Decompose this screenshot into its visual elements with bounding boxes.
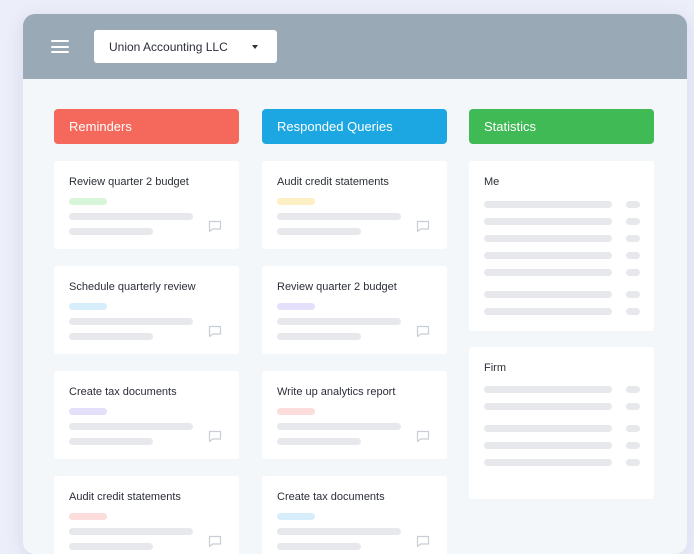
- task-text-line: [277, 528, 401, 535]
- stat-value: [626, 291, 640, 298]
- task-text-line: [277, 318, 401, 325]
- task-title: Audit credit statements: [69, 491, 181, 503]
- task-text-line: [277, 228, 361, 235]
- stat-bar: [484, 308, 612, 315]
- stat-value: [626, 252, 640, 259]
- stat-bar: [484, 459, 612, 466]
- stats-firm-panel: Firm: [469, 347, 654, 499]
- stat-bar: [484, 218, 612, 225]
- task-card[interactable]: Audit credit statements: [54, 476, 239, 554]
- task-title: Write up analytics report: [277, 386, 396, 398]
- task-tag: [69, 408, 107, 415]
- comment-icon[interactable]: [416, 430, 430, 443]
- task-text-line: [277, 438, 361, 445]
- company-name: Union Accounting LLC: [109, 39, 228, 54]
- task-text-line: [69, 438, 153, 445]
- task-tag: [277, 198, 315, 205]
- task-tag: [69, 303, 107, 310]
- task-text-line: [69, 228, 153, 235]
- comment-icon[interactable]: [416, 325, 430, 338]
- stat-value: [626, 386, 640, 393]
- statistics-header[interactable]: Statistics: [469, 109, 654, 144]
- comment-icon[interactable]: [208, 430, 222, 443]
- stat-value: [626, 403, 640, 410]
- task-card[interactable]: Review quarter 2 budget: [262, 266, 447, 354]
- task-tag: [277, 513, 315, 520]
- stat-value: [626, 235, 640, 242]
- stat-bar: [484, 235, 612, 242]
- stat-bar: [484, 201, 612, 208]
- stat-bar: [484, 386, 612, 393]
- reminders-header[interactable]: Reminders: [54, 109, 239, 144]
- task-title: Audit credit statements: [277, 176, 389, 188]
- task-text-line: [69, 423, 193, 430]
- stat-value: [626, 218, 640, 225]
- stats-firm-title: Firm: [484, 362, 506, 374]
- task-text-line: [277, 333, 361, 340]
- task-text-line: [69, 213, 193, 220]
- company-select[interactable]: Union Accounting LLC: [94, 30, 277, 63]
- task-text-line: [277, 423, 401, 430]
- task-title: Review quarter 2 budget: [277, 281, 397, 293]
- stat-bar: [484, 252, 612, 259]
- stat-value: [626, 201, 640, 208]
- stat-bar: [484, 291, 612, 298]
- comment-icon[interactable]: [208, 325, 222, 338]
- stat-bar: [484, 403, 612, 410]
- task-title: Review quarter 2 budget: [69, 176, 189, 188]
- reminders-column: Reminders Review quarter 2 budget Schedul…: [54, 109, 239, 554]
- task-card[interactable]: Audit credit statements: [262, 161, 447, 249]
- responded-queries-column: Responded Queries Audit credit statement…: [262, 109, 447, 554]
- comment-icon[interactable]: [208, 220, 222, 233]
- task-text-line: [277, 213, 401, 220]
- stat-bar: [484, 269, 612, 276]
- task-tag: [69, 198, 107, 205]
- hamburger-menu-icon[interactable]: [51, 40, 69, 53]
- stat-value: [626, 425, 640, 432]
- stats-me-panel: Me: [469, 161, 654, 331]
- stat-value: [626, 308, 640, 315]
- task-card[interactable]: Schedule quarterly review: [54, 266, 239, 354]
- task-title: Schedule quarterly review: [69, 281, 196, 293]
- stat-value: [626, 459, 640, 466]
- caret-down-icon: [252, 45, 258, 49]
- task-text-line: [69, 528, 193, 535]
- comment-icon[interactable]: [416, 220, 430, 233]
- task-card[interactable]: Create tax documents: [262, 476, 447, 554]
- top-bar: Union Accounting LLC: [23, 14, 687, 79]
- task-card[interactable]: Write up analytics report: [262, 371, 447, 459]
- task-text-line: [69, 333, 153, 340]
- stat-value: [626, 269, 640, 276]
- task-tag: [69, 513, 107, 520]
- task-text-line: [277, 543, 361, 550]
- stat-value: [626, 442, 640, 449]
- stats-me-title: Me: [484, 176, 500, 188]
- app-window: Union Accounting LLC Reminders Review qu…: [23, 14, 687, 554]
- task-title: Create tax documents: [277, 491, 385, 503]
- stat-bar: [484, 442, 612, 449]
- task-tag: [277, 303, 315, 310]
- statistics-column: Statistics Me Firm: [469, 109, 654, 499]
- task-title: Create tax documents: [69, 386, 177, 398]
- task-tag: [277, 408, 315, 415]
- stat-bar: [484, 425, 612, 432]
- task-text-line: [69, 543, 153, 550]
- task-text-line: [69, 318, 193, 325]
- task-card[interactable]: Create tax documents: [54, 371, 239, 459]
- responded-queries-header[interactable]: Responded Queries: [262, 109, 447, 144]
- task-card[interactable]: Review quarter 2 budget: [54, 161, 239, 249]
